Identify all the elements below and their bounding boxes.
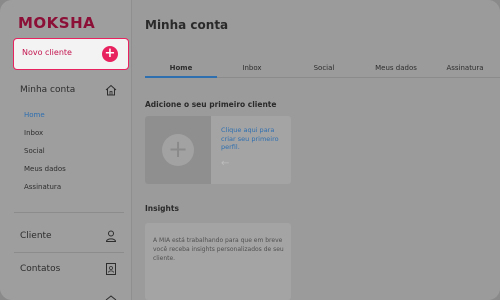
sidebar-item-cliente[interactable]: Cliente bbox=[20, 231, 52, 241]
tab-assinatura[interactable]: Assinatura bbox=[430, 64, 500, 72]
sidebar-item-contatos[interactable]: Contatos bbox=[20, 264, 60, 274]
page-title: Minha conta bbox=[145, 18, 229, 32]
app-window: MOKSHA Novo cliente + Minha conta Home I… bbox=[0, 0, 500, 300]
sidebar: MOKSHA Novo cliente + Minha conta Home I… bbox=[0, 0, 132, 300]
sidebar-item-minha-conta[interactable]: Minha conta bbox=[20, 85, 75, 95]
user-icon bbox=[105, 230, 117, 242]
home-icon bbox=[105, 84, 117, 96]
add-first-client-card[interactable]: + Clique aqui para criar seu primeiro pe… bbox=[145, 116, 291, 184]
sidebar-item-inbox[interactable]: Inbox bbox=[24, 129, 43, 137]
tab-meus-dados[interactable]: Meus dados bbox=[361, 64, 431, 72]
sidebar-item-meus-dados[interactable]: Meus dados bbox=[24, 165, 66, 173]
add-circle-icon[interactable]: + bbox=[162, 134, 194, 166]
insights-text: A MIA está trabalhando para que em breve… bbox=[153, 237, 284, 262]
logo: MOKSHA bbox=[18, 14, 96, 32]
tab-social[interactable]: Social bbox=[289, 64, 359, 72]
active-tab-indicator bbox=[145, 76, 217, 78]
add-client-heading: Adicione o seu primeiro cliente bbox=[145, 100, 277, 109]
contacts-book-icon bbox=[106, 263, 116, 275]
new-client-label: Novo cliente bbox=[22, 48, 72, 57]
add-card-thumbnail: + bbox=[145, 116, 211, 184]
sidebar-item-home[interactable]: Home bbox=[24, 111, 45, 119]
insights-card: A MIA está trabalhando para que em breve… bbox=[145, 223, 291, 300]
sidebar-item-assinatura[interactable]: Assinatura bbox=[24, 183, 61, 191]
sidebar-item-social[interactable]: Social bbox=[24, 147, 45, 155]
main-content: Minha conta Home Inbox Social Meus dados… bbox=[133, 0, 500, 300]
sidebar-divider bbox=[14, 212, 124, 213]
tab-bar: Home Inbox Social Meus dados Assinatura bbox=[145, 60, 500, 78]
arrow-left-icon: ← bbox=[221, 158, 230, 169]
more-icon bbox=[105, 295, 117, 300]
tab-inbox[interactable]: Inbox bbox=[217, 64, 287, 72]
new-client-button[interactable]: Novo cliente + bbox=[13, 38, 129, 70]
create-profile-link[interactable]: Clique aqui para criar seu primeiro perf… bbox=[221, 126, 287, 152]
sidebar-divider bbox=[14, 252, 124, 253]
plus-icon: + bbox=[102, 46, 118, 62]
insights-heading: Insights bbox=[145, 204, 179, 213]
tab-home[interactable]: Home bbox=[146, 64, 216, 72]
